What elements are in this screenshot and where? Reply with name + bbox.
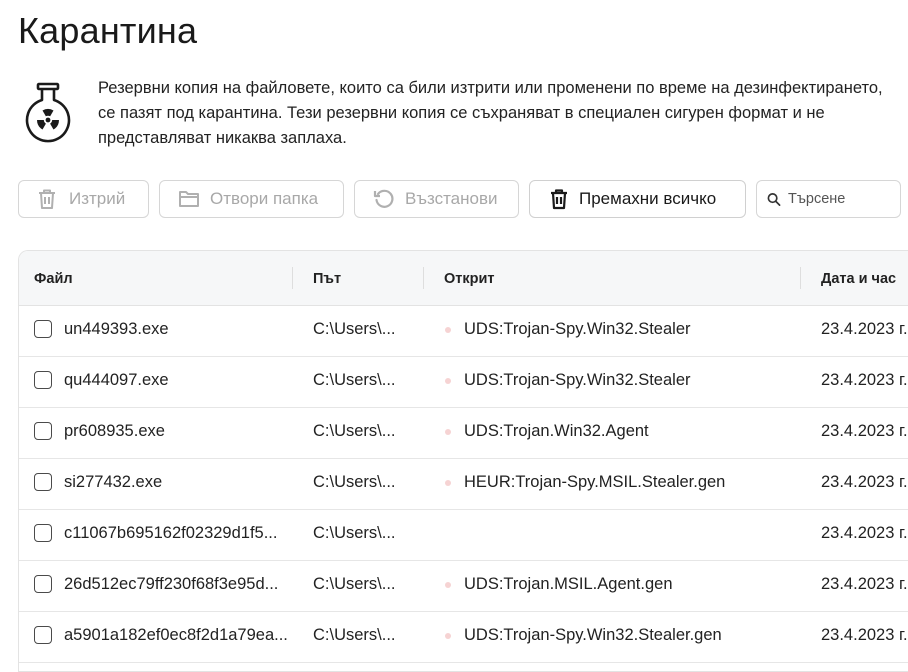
table-row[interactable]: 26d512ec79ff230f68f3e95d... C:\Users\... U… (19, 560, 908, 612)
file-name: si277432.exe (64, 473, 163, 491)
row-checkbox[interactable] (34, 575, 52, 593)
file-name: c11067b695162f02329d1f5... (64, 524, 278, 542)
file-name: qu444097.exe (64, 371, 169, 389)
page-title: Карантина (18, 10, 198, 51)
detection-datetime: 23.4.2023 г. (821, 473, 908, 491)
restore-icon (373, 189, 394, 208)
file-path: C:\Users\... (313, 371, 396, 389)
row-checkbox[interactable] (34, 473, 52, 491)
file-name: pr608935.exe (64, 422, 165, 440)
open-folder-label: Отвори папка (210, 189, 319, 208)
search-input[interactable] (786, 190, 900, 208)
trash-icon (39, 189, 55, 209)
column-detected[interactable]: Открит (444, 271, 495, 287)
remove-all-label: Премахни всичко (579, 189, 717, 208)
file-path: C:\Users\... (313, 422, 396, 440)
threat-indicator-dot (445, 429, 451, 435)
table-row[interactable]: a5901a182ef0ec8f2d1a79ea... C:\Users\... U… (19, 611, 908, 663)
quarantine-description: Резервни копия на файловете, които са би… (98, 79, 883, 147)
threat-indicator-dot (445, 582, 451, 588)
column-divider[interactable] (800, 267, 801, 289)
detection-datetime: 23.4.2023 г. (821, 422, 908, 440)
table-row[interactable]: un449393.exe C:\Users\... UDS:Trojan-Spy.W… (19, 305, 908, 357)
threat-indicator-dot (445, 480, 451, 486)
file-path: C:\Users\... (313, 575, 396, 593)
detection-datetime: 23.4.2023 г. (821, 575, 908, 593)
file-path: C:\Users\... (313, 626, 396, 644)
trash-icon (551, 189, 567, 210)
detection-datetime: 23.4.2023 г. (821, 371, 908, 389)
file-name: 26d512ec79ff230f68f3e95d... (64, 575, 279, 593)
table-row[interactable]: c11067b695162f02329d1f5... C:\Users\... 23… (19, 509, 908, 561)
row-checkbox[interactable] (34, 371, 52, 389)
column-divider[interactable] (423, 267, 424, 289)
file-path: C:\Users\... (313, 320, 396, 338)
detected-threat: HEUR:Trojan-Spy.MSIL.Stealer.gen (464, 473, 726, 491)
table-row[interactable]: si277432.exe C:\Users\... HEUR:Trojan-Spy.… (19, 458, 908, 510)
row-checkbox[interactable] (34, 524, 52, 542)
folder-icon (179, 191, 199, 207)
row-checkbox[interactable] (34, 626, 52, 644)
row-checkbox[interactable] (34, 422, 52, 440)
detected-threat: UDS:Trojan.MSIL.Agent.gen (464, 575, 673, 593)
delete-label: Изтрий (69, 189, 126, 208)
delete-button[interactable]: Изтрий (18, 180, 149, 218)
file-name: un449393.exe (64, 320, 169, 338)
quarantine-table: Файл Път Открит Дата и час un449393.exe C… (18, 250, 908, 672)
file-path: C:\Users\... (313, 524, 396, 542)
remove-all-button[interactable]: Премахни всичко (529, 180, 746, 218)
restore-label: Възстанови (405, 189, 498, 208)
open-folder-button[interactable]: Отвори папка (159, 180, 344, 218)
table-row[interactable]: pr608935.exe C:\Users\... UDS:Trojan.Win32… (19, 407, 908, 459)
detection-datetime: 23.4.2023 г. (821, 320, 908, 338)
detected-threat: UDS:Trojan-Spy.Win32.Stealer (464, 320, 691, 338)
detected-threat: UDS:Trojan-Spy.Win32.Stealer (464, 371, 691, 389)
search-box[interactable] (756, 180, 901, 218)
detection-datetime: 23.4.2023 г. (821, 524, 908, 542)
search-icon (767, 192, 781, 206)
column-file[interactable]: Файл (34, 271, 73, 287)
column-divider[interactable] (292, 267, 293, 289)
column-datetime[interactable]: Дата и час (821, 271, 896, 287)
detected-threat: UDS:Trojan-Spy.Win32.Stealer.gen (464, 626, 722, 644)
table-row[interactable]: qu444097.exe C:\Users\... UDS:Trojan-Spy.W… (19, 356, 908, 408)
detection-datetime: 23.4.2023 г. (821, 626, 908, 644)
table-header: Файл Път Открит Дата и час (19, 251, 908, 306)
column-path[interactable]: Път (313, 271, 341, 287)
row-checkbox[interactable] (34, 320, 52, 338)
radiation-flask-icon (25, 82, 71, 143)
threat-indicator-dot (445, 327, 451, 333)
file-path: C:\Users\... (313, 473, 396, 491)
file-name: a5901a182ef0ec8f2d1a79ea... (64, 626, 288, 644)
threat-indicator-dot (445, 633, 451, 639)
detected-threat: UDS:Trojan.Win32.Agent (464, 422, 649, 440)
threat-indicator-dot (445, 378, 451, 384)
restore-button[interactable]: Възстанови (354, 180, 519, 218)
